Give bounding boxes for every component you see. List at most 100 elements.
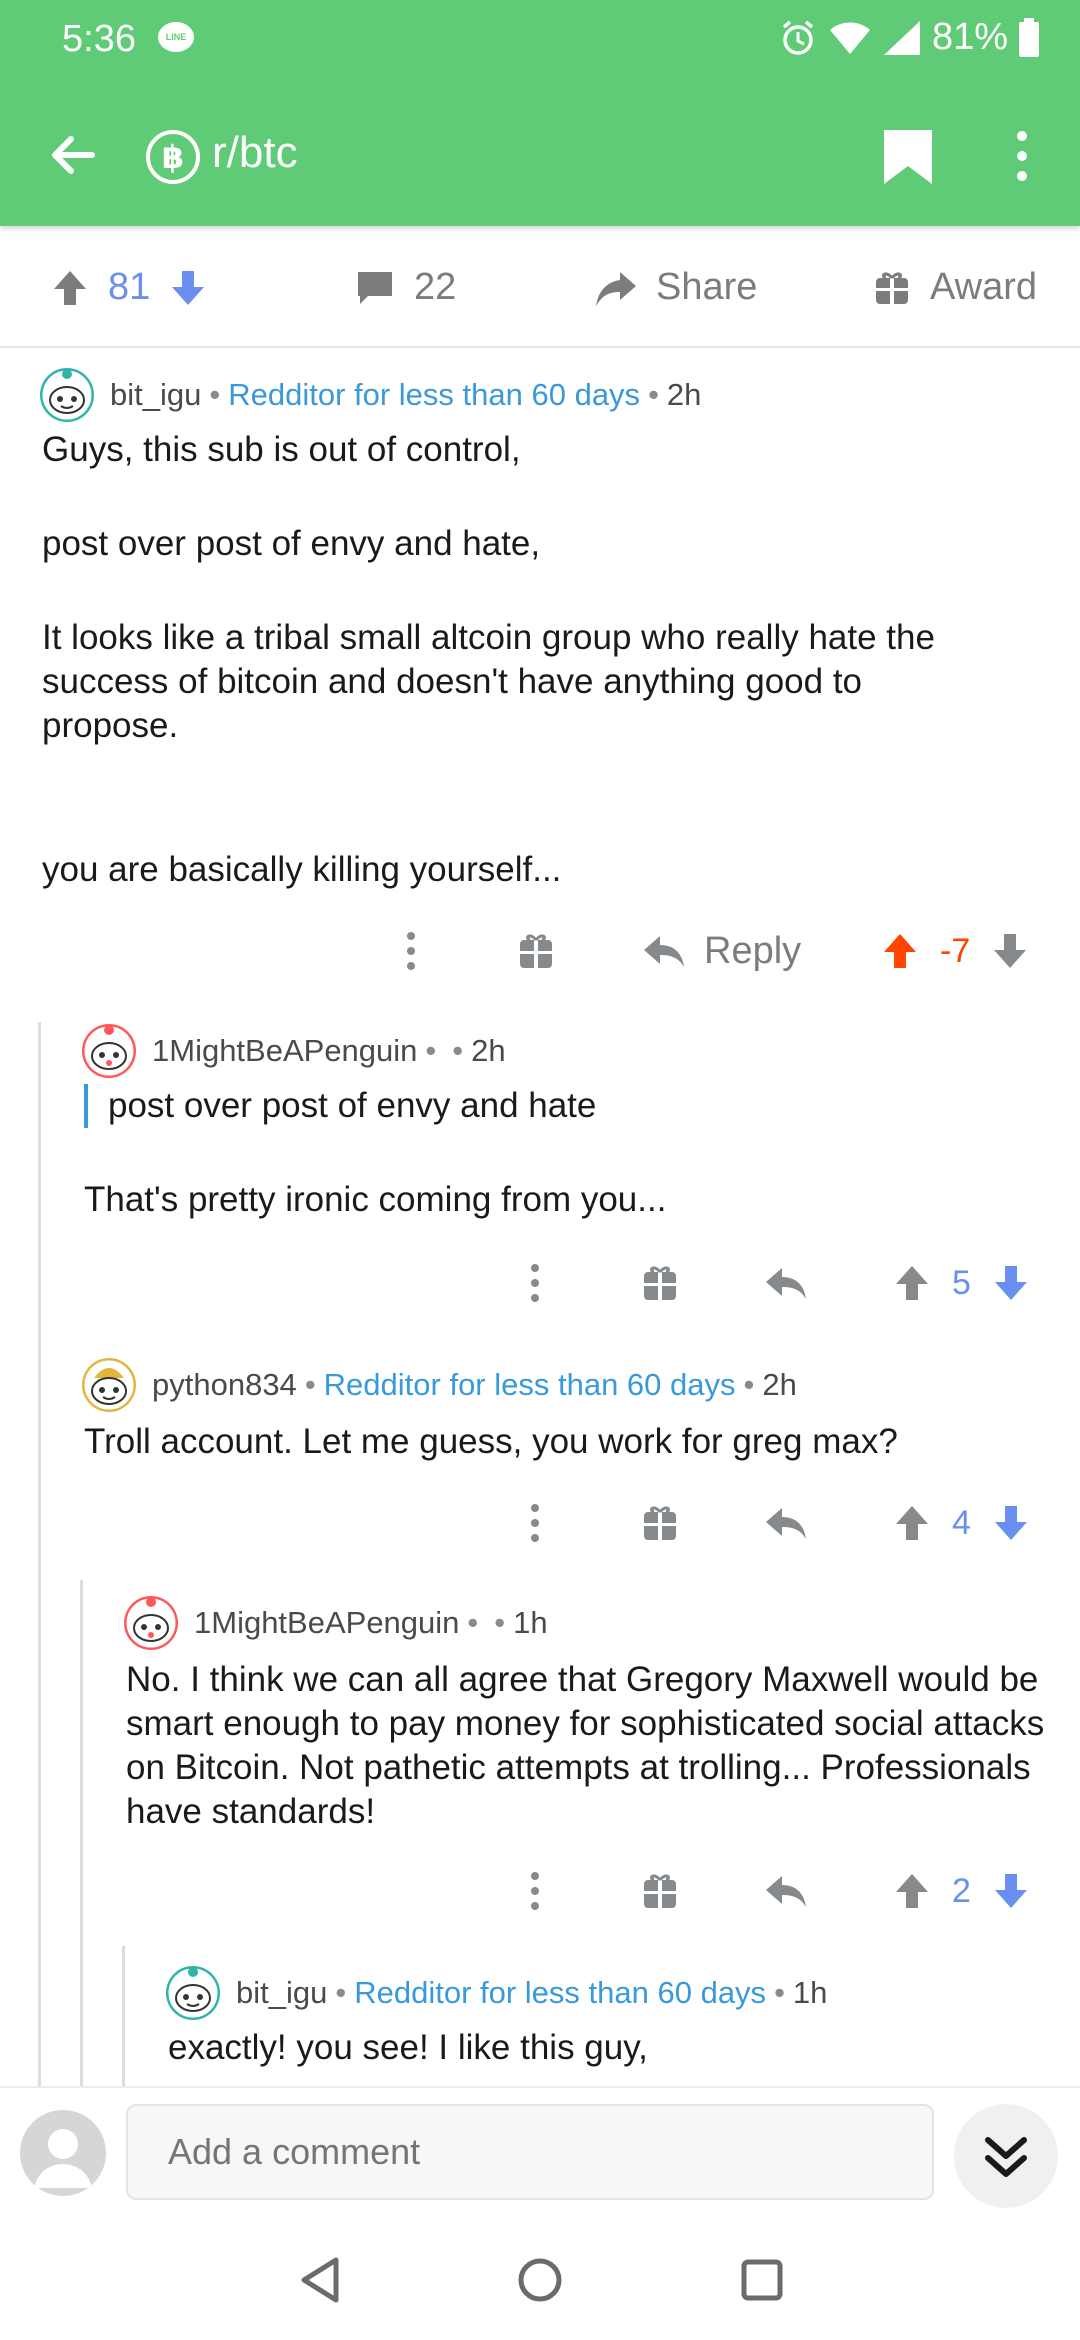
nav-recents-icon[interactable] <box>740 2258 784 2302</box>
comment-input[interactable] <box>126 2104 934 2200</box>
comment-paragraph: That's pretty ironic coming from you... <box>84 1180 667 1219</box>
post-score: 81 <box>108 266 151 308</box>
comment-author[interactable]: python834 <box>152 1367 297 1403</box>
more-vert-icon <box>531 1264 539 1302</box>
comment-reply-button[interactable]: Reply <box>642 926 801 976</box>
comment-more-button[interactable] <box>396 926 426 976</box>
thread-line[interactable] <box>122 1946 125 2086</box>
gift-icon <box>644 1266 676 1300</box>
comment-author[interactable]: 1MightBeAPenguin <box>194 1605 459 1641</box>
comment-reply-button[interactable] <box>764 1498 808 1548</box>
comments-button[interactable]: 22 <box>354 266 456 309</box>
comment-reply-button[interactable] <box>764 1258 808 1308</box>
avatar[interactable] <box>166 1966 220 2020</box>
reply-icon <box>766 1508 806 1539</box>
avatar[interactable] <box>82 1024 136 1078</box>
comment-paragraph: exactly! you see! I like this guy, <box>168 2028 648 2067</box>
line-app-icon: LINE <box>158 22 194 52</box>
downvote-icon[interactable] <box>168 268 208 308</box>
comment-body: post over post of envy and hate That's p… <box>84 1084 1024 1222</box>
comment-award-button[interactable] <box>516 926 556 976</box>
thread-line[interactable] <box>38 1022 41 2086</box>
upvote-icon[interactable] <box>892 1498 932 1548</box>
author-flair: Redditor for less than 60 days <box>323 1367 736 1402</box>
comment-paragraph: No. I think we can all agree that Gregor… <box>126 1660 1045 1831</box>
comment-author[interactable]: bit_igu <box>110 377 201 413</box>
comment-vote-group: 4 <box>892 1498 1031 1548</box>
comment-body: Troll account. Let me guess, you work fo… <box>84 1420 1044 1464</box>
comment-header: 1MightBeAPenguin • • 1h <box>124 1596 548 1650</box>
avatar[interactable] <box>82 1358 136 1412</box>
subreddit-title[interactable]: r/btc <box>212 128 298 178</box>
downvote-icon[interactable] <box>990 926 1030 976</box>
reply-icon <box>644 936 684 967</box>
nav-home-icon[interactable] <box>516 2256 564 2304</box>
post-action-bar: 81 22 Share Award <box>0 226 1080 348</box>
author-flair: Redditor for less than 60 days <box>354 1975 767 2010</box>
comment-count: 22 <box>414 266 457 308</box>
downvote-icon[interactable] <box>991 1498 1031 1548</box>
more-options-button[interactable] <box>1004 126 1040 186</box>
comment-icon <box>358 271 392 304</box>
jump-to-next-button[interactable] <box>954 2104 1058 2208</box>
comment-time: 2h <box>762 1367 797 1402</box>
status-icons: 81% <box>778 16 1040 59</box>
reply-icon <box>766 1268 806 1299</box>
avatar[interactable] <box>124 1596 178 1650</box>
upvote-icon[interactable] <box>880 926 920 976</box>
nav-back-icon[interactable] <box>298 2256 342 2304</box>
user-avatar[interactable] <box>20 2110 106 2196</box>
comment-header: 1MightBeAPenguin • • 2h <box>82 1024 506 1078</box>
comment-paragraph: you are basically killing yourself... <box>42 850 562 889</box>
comment-paragraph: Guys, this sub is out of control, <box>42 430 521 469</box>
comment-author[interactable]: bit_igu <box>236 1975 327 2011</box>
comment-header: python834 • Redditor for less than 60 da… <box>82 1358 797 1412</box>
comment-time: 2h <box>666 377 702 412</box>
share-button[interactable]: Share <box>594 266 757 309</box>
gift-icon <box>876 271 908 304</box>
comment-time: 1h <box>792 1975 828 2010</box>
author-flair: Redditor for less than 60 days <box>228 377 641 412</box>
top-app-bar: 5:36 LINE 81% ฿ r/btc <box>0 0 1080 226</box>
comment-author[interactable]: 1MightBeAPenguin <box>152 1033 417 1069</box>
upvote-icon[interactable] <box>892 1258 932 1308</box>
separator-dot: • <box>467 1605 479 1640</box>
comment-award-button[interactable] <box>640 1498 680 1548</box>
comment-score: 2 <box>952 1871 971 1910</box>
avatar[interactable] <box>40 368 94 422</box>
award-button[interactable]: Award <box>872 266 1037 309</box>
comment-more-button[interactable] <box>520 1258 550 1308</box>
comment-vote-group: 5 <box>892 1258 1031 1308</box>
comment-composer-bar <box>0 2086 1080 2220</box>
reply-icon <box>766 1876 806 1907</box>
separator-dot: • <box>743 1367 755 1402</box>
comment-reply-button[interactable] <box>764 1866 808 1916</box>
comment-paragraph: Troll account. Let me guess, you work fo… <box>84 1422 898 1461</box>
comment-more-button[interactable] <box>520 1498 550 1548</box>
bookmark-button[interactable] <box>880 126 936 186</box>
comment-body: Guys, this sub is out of control, post o… <box>42 428 1002 892</box>
more-vert-icon <box>531 1872 539 1910</box>
reply-label: Reply <box>704 929 802 972</box>
downvote-icon[interactable] <box>991 1866 1031 1916</box>
comment-header: bit_igu • Redditor for less than 60 days… <box>166 1966 827 2020</box>
comment-award-button[interactable] <box>640 1866 680 1916</box>
award-label: Award <box>930 266 1038 308</box>
gift-icon <box>644 1506 676 1540</box>
more-vert-icon <box>1017 131 1027 181</box>
alarm-icon <box>782 20 814 55</box>
status-time: 5:36 <box>62 18 136 60</box>
downvote-icon[interactable] <box>991 1258 1031 1308</box>
upvote-icon[interactable] <box>892 1866 932 1916</box>
user-icon <box>34 2129 92 2188</box>
comment-header: bit_igu • Redditor for less than 60 days… <box>40 368 701 422</box>
comment-award-button[interactable] <box>640 1258 680 1308</box>
gift-icon <box>644 1874 676 1908</box>
comment-quote: post over post of envy and hate <box>84 1084 1024 1128</box>
back-button[interactable] <box>40 122 106 188</box>
thread-line[interactable] <box>80 1580 83 2086</box>
upvote-icon[interactable] <box>50 268 90 308</box>
comment-paragraph: post over post of envy and hate, <box>42 524 541 563</box>
bitcoin-icon: ฿ <box>146 130 200 184</box>
comment-more-button[interactable] <box>520 1866 550 1916</box>
